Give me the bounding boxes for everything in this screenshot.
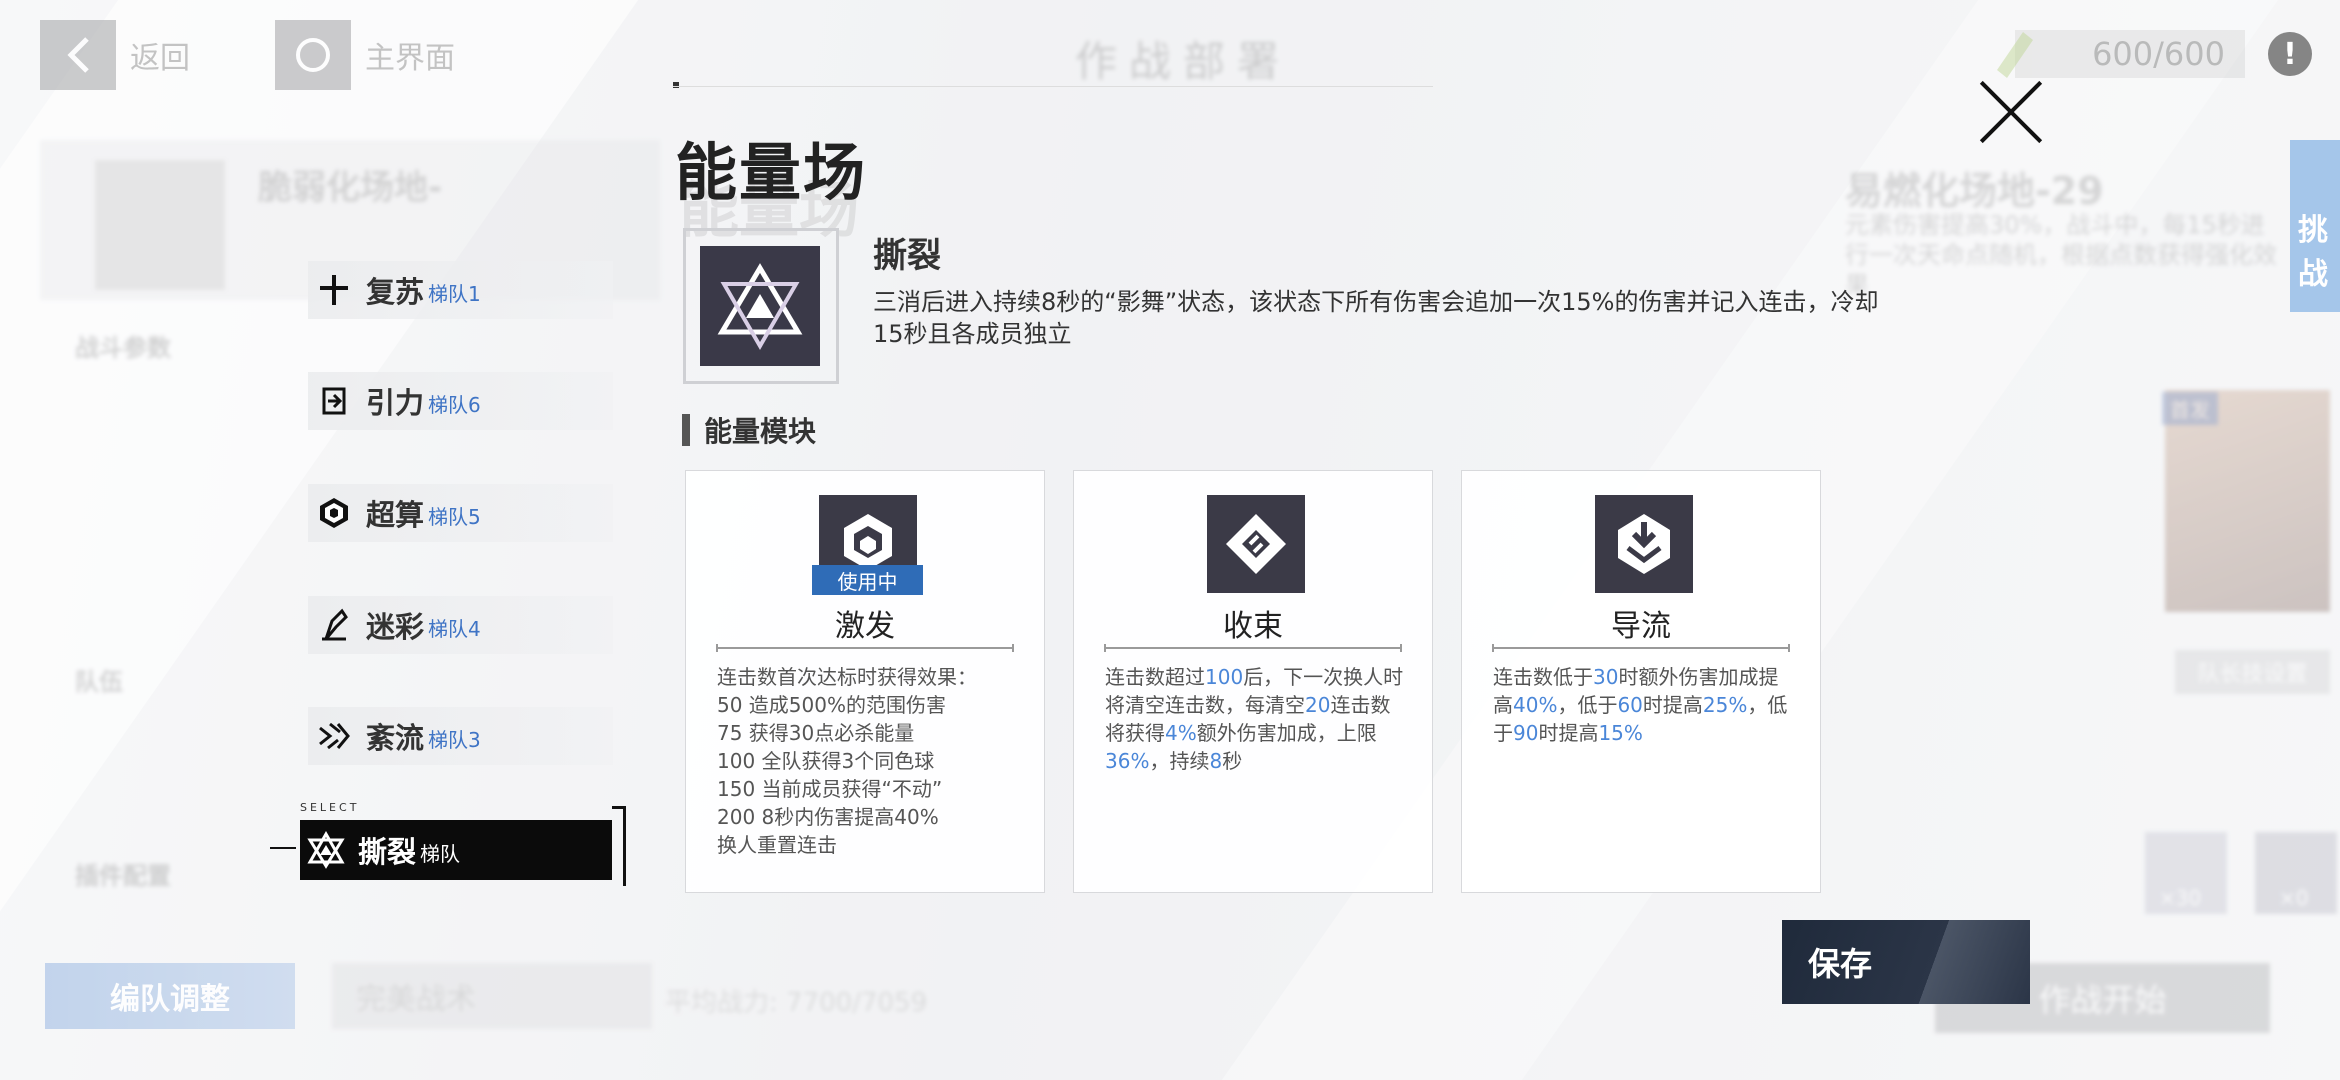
- module-name: 导流: [1611, 609, 1671, 644]
- module-line: 换人重置连击: [717, 833, 837, 857]
- module-divider: [1104, 644, 1402, 652]
- desc-highlight: 90: [1513, 721, 1539, 745]
- desc-text: 连击数低于: [1493, 665, 1593, 689]
- rift-icon: [306, 830, 346, 870]
- module-name: 收束: [1223, 609, 1283, 644]
- module-divider: [716, 644, 1014, 652]
- panel-title: 能量场: [675, 136, 868, 209]
- converge-icon: [1207, 495, 1305, 593]
- desc-highlight: 100: [1205, 665, 1244, 689]
- skill-name: 撕裂: [873, 236, 941, 276]
- module-divider: [1492, 644, 1790, 652]
- selection-bracket: [623, 806, 626, 886]
- field-item-compute[interactable]: 超算 梯队5: [308, 484, 613, 542]
- skill-description: 三消后进入持续8秒的“影舞”状态，该状态下所有伤害会追加一次15%的伤害并记入连…: [873, 288, 1879, 348]
- module-description: 连击数超过100后，下一次换人时将清空连击数，每清空20连击数将获得4%额外伤害…: [1105, 663, 1410, 775]
- module-line: 100 全队获得3个同色球: [717, 749, 935, 773]
- energy-field-overlay: 能量场 能量场 复苏 梯队1 引力 梯队6 超算 梯队5 迷彩 梯队4 紊流 梯…: [0, 0, 2340, 1080]
- desc-highlight: 25%: [1702, 693, 1748, 717]
- field-item-gravity[interactable]: 引力 梯队6: [308, 372, 613, 430]
- selection-pointer: [270, 847, 296, 849]
- turbulence-icon: [314, 716, 354, 756]
- panel-dot: [673, 82, 679, 88]
- panel-top-line: [673, 86, 1433, 87]
- rift-icon: [700, 246, 820, 366]
- desc-text: 时提高: [1642, 693, 1703, 717]
- desc-text: ，低于: [1557, 693, 1618, 717]
- field-item-turbulence[interactable]: 紊流 梯队3: [308, 707, 613, 765]
- section-bar: [682, 414, 690, 446]
- module-line: 200 8秒内伤害提高40%: [717, 805, 939, 829]
- field-tag: 梯队4: [428, 616, 481, 641]
- section-title: 能量模块: [704, 415, 817, 448]
- gravity-icon: [314, 381, 354, 421]
- field-name: 迷彩: [366, 610, 425, 644]
- field-tag: 梯队3: [428, 727, 481, 752]
- module-description: 连击数首次达标时获得效果： 50 造成500%的范围伤害 75 获得30点必杀能…: [717, 663, 1022, 859]
- energy-module-section: 能量模块: [682, 410, 816, 450]
- select-tag: SELECT: [300, 801, 360, 814]
- desc-highlight: 30: [1593, 665, 1619, 689]
- field-item-revive[interactable]: 复苏 梯队1: [308, 261, 613, 319]
- cube-icon: [314, 493, 354, 533]
- desc-highlight: 60: [1617, 693, 1643, 717]
- module-line: 连击数首次达标时获得效果：: [717, 665, 977, 689]
- field-item-camo[interactable]: 迷彩 梯队4: [308, 596, 613, 654]
- desc-text: 秒: [1222, 749, 1243, 773]
- desc-text: ，持续: [1149, 749, 1210, 773]
- close-icon[interactable]: [1975, 76, 2047, 148]
- module-line: 150 当前成员获得“不动”: [717, 777, 943, 801]
- module-card-burst[interactable]: 使用中 激发 连击数首次达标时获得效果： 50 造成500%的范围伤害 75 获…: [685, 470, 1045, 893]
- field-name: 超算: [366, 498, 425, 532]
- desc-highlight: 20: [1305, 693, 1331, 717]
- desc-highlight: 4%: [1165, 721, 1197, 745]
- diversion-icon: [1595, 495, 1693, 593]
- module-description: 连击数低于30时额外伤害加成提高40%，低于60时提高25%，低于90时提高15…: [1493, 663, 1798, 747]
- field-tag: 梯队6: [428, 392, 481, 417]
- desc-highlight: 15%: [1598, 721, 1643, 745]
- field-tag: 梯队: [420, 841, 461, 866]
- in-use-badge: 使用中: [812, 565, 923, 595]
- field-name: 撕裂: [358, 835, 417, 869]
- desc-highlight: 40%: [1513, 693, 1558, 717]
- desc-highlight: 8: [1209, 749, 1223, 773]
- module-card-converge[interactable]: 收束 连击数超过100后，下一次换人时将清空连击数，每清空20连击数将获得4%额…: [1073, 470, 1433, 893]
- save-button[interactable]: 保存: [1782, 920, 2030, 1004]
- module-card-diversion[interactable]: 导流 连击数低于30时额外伤害加成提高40%，低于60时提高25%，低于90时提…: [1461, 470, 1821, 893]
- desc-text: 连击数超过: [1105, 665, 1205, 689]
- field-name: 复苏: [366, 275, 425, 309]
- desc-highlight: 36%: [1105, 749, 1150, 773]
- camo-icon: [314, 605, 354, 645]
- desc-text: 时提高: [1538, 721, 1599, 745]
- field-tag: 梯队1: [428, 281, 481, 306]
- desc-text: 额外伤害加成，上限: [1196, 721, 1377, 745]
- module-line: 50 造成500%的范围伤害: [717, 693, 946, 717]
- field-name: 紊流: [366, 721, 425, 755]
- module-line: 75 获得30点必杀能量: [717, 721, 915, 745]
- field-name: 引力: [366, 386, 425, 420]
- field-tag: 梯队5: [428, 504, 481, 529]
- field-item-rift[interactable]: 撕裂 梯队: [300, 820, 612, 880]
- plus-icon: [314, 270, 354, 310]
- module-name: 激发: [835, 609, 895, 644]
